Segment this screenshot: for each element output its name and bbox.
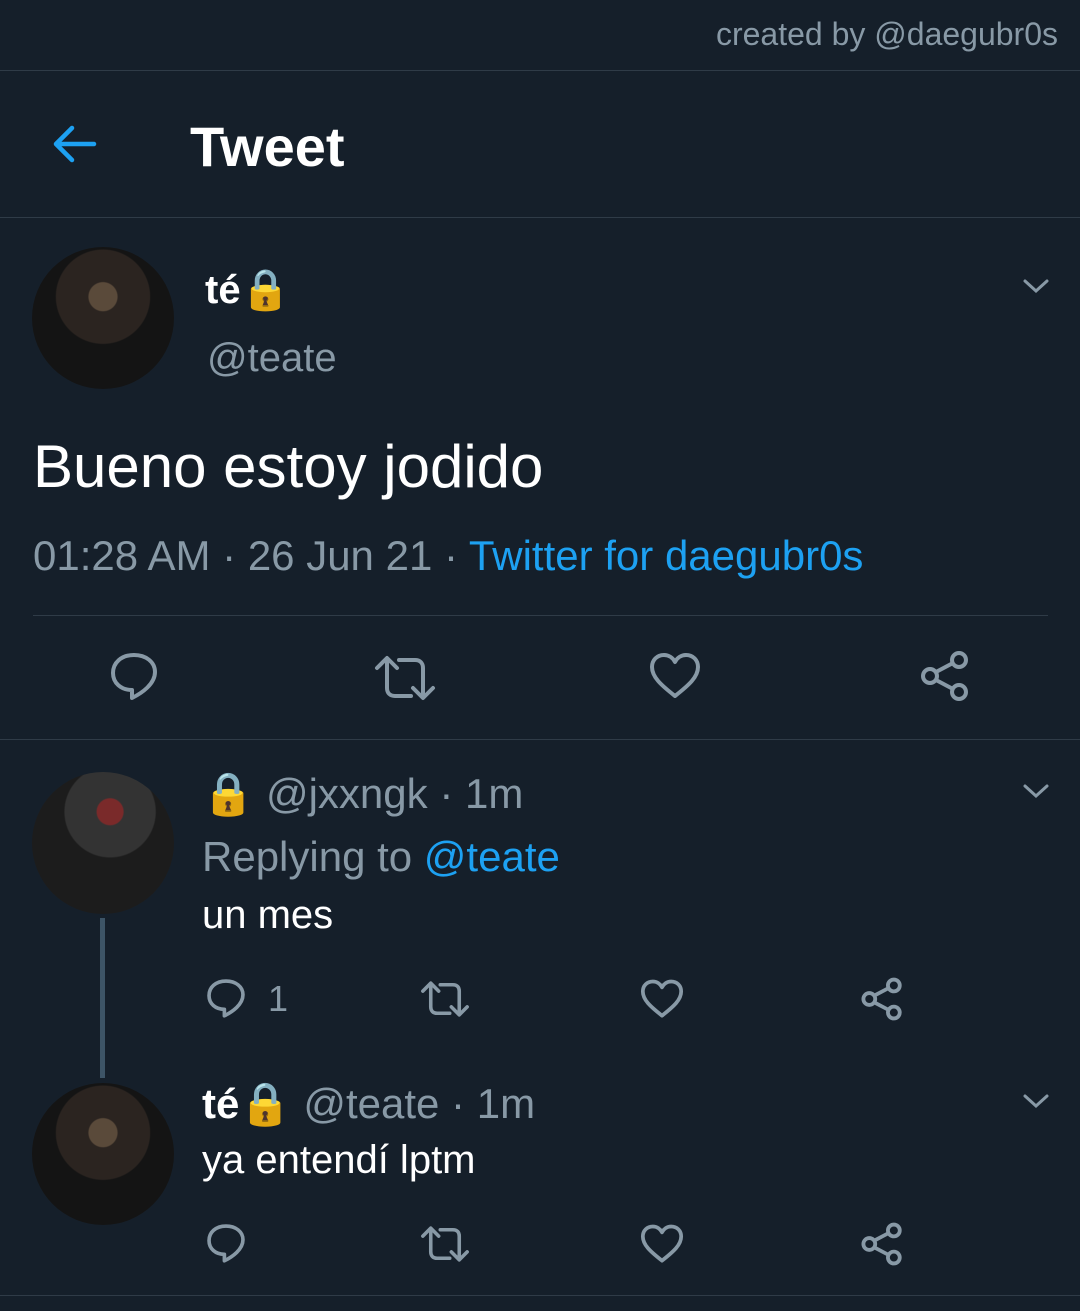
share-icon[interactable] [919, 650, 971, 702]
like-icon[interactable] [640, 1224, 684, 1264]
page-title: Tweet [190, 115, 345, 178]
divider [0, 1295, 1080, 1296]
like-icon[interactable] [640, 979, 684, 1019]
display-name[interactable]: té🔒 [202, 1080, 292, 1127]
meta-separator: · [222, 532, 237, 579]
back-arrow-icon[interactable] [50, 122, 98, 166]
share-icon[interactable] [860, 1222, 904, 1266]
chevron-down-icon[interactable] [1022, 781, 1050, 801]
creator-credit: created by @daegubr0s [715, 16, 1058, 52]
retweet-icon[interactable] [420, 980, 470, 1018]
header: Tweet [0, 70, 1080, 218]
share-icon[interactable] [860, 977, 904, 1021]
reply-text: ya entendí lptm [202, 1138, 476, 1182]
replying-to: Replying to @teate [202, 833, 560, 881]
reply-icon[interactable] [205, 977, 247, 1019]
tweet-time: 01:28 AM [33, 532, 211, 579]
reply-count: 1 [268, 978, 289, 1019]
tweet-text: Bueno estoy jodido [33, 433, 544, 500]
chevron-down-icon[interactable] [1022, 1091, 1050, 1111]
like-icon[interactable] [649, 652, 701, 700]
meta-separator: · [439, 770, 454, 817]
tweet-source-link[interactable]: Twitter for daegubr0s [469, 532, 864, 579]
meta-separator: · [443, 532, 458, 579]
reply-text: un mes [202, 893, 334, 937]
top-bar: created by @daegubr0s [0, 0, 1080, 71]
display-name[interactable]: 🔒 [202, 770, 254, 817]
reply-header: té🔒 @teate · 1m [202, 1080, 535, 1129]
reply-icon[interactable] [205, 1222, 247, 1264]
reply-header: 🔒 @jxxngk · 1m [202, 770, 523, 819]
display-name[interactable]: té🔒 [205, 266, 290, 313]
chevron-down-icon[interactable] [1022, 276, 1050, 296]
replying-label: Replying to [202, 833, 413, 880]
thread-connector [100, 918, 105, 1078]
retweet-icon[interactable] [374, 654, 436, 702]
tweet-date: 26 Jun 21 [247, 532, 433, 579]
meta-separator: · [451, 1080, 466, 1127]
avatar[interactable] [32, 247, 174, 389]
avatar[interactable] [32, 1083, 174, 1225]
avatar[interactable] [32, 772, 174, 914]
tweet-meta: 01:28 AM · 26 Jun 21 · Twitter for daegu… [33, 532, 863, 580]
user-handle[interactable]: @teate [207, 336, 337, 381]
reply-icon[interactable] [108, 650, 160, 702]
retweet-icon[interactable] [420, 1225, 470, 1263]
main-tweet-actions [0, 616, 1080, 740]
reply-age: 1m [476, 1080, 536, 1127]
reply-age: 1m [465, 770, 524, 817]
user-handle[interactable]: @teate [303, 1080, 439, 1127]
user-handle[interactable]: @jxxngk [266, 770, 428, 817]
replying-to-link[interactable]: @teate [424, 833, 560, 880]
